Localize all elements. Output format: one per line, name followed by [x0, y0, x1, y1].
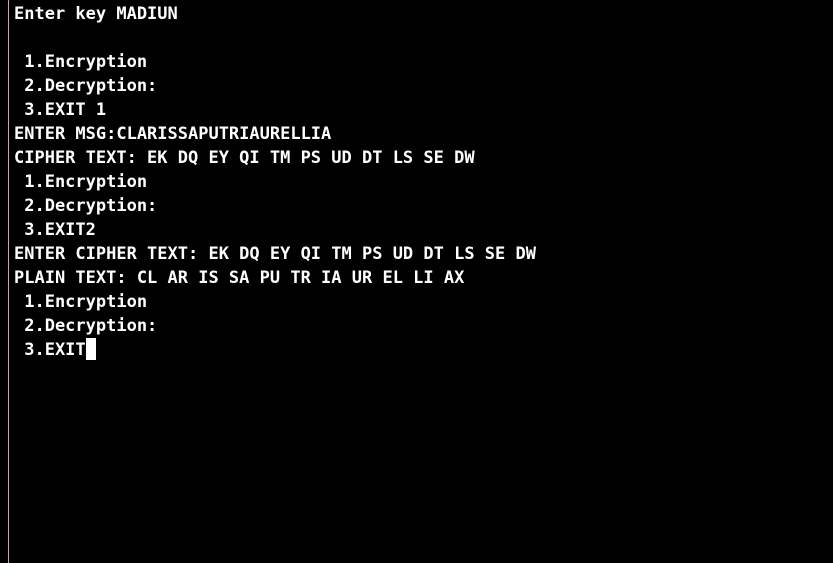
console-prompt: 3.EXIT [14, 340, 86, 360]
console-input-line[interactable]: 3.EXIT [14, 338, 536, 362]
console-line: 3.EXIT2 [14, 220, 96, 240]
window-left-border [8, 0, 9, 563]
text-cursor [85, 338, 96, 360]
console-line: Enter key MADIUN [14, 4, 178, 24]
console-line: 1.Encryption [14, 52, 148, 72]
console-line: ENTER MSG:CLARISSAPUTRIAURELLIA [14, 124, 332, 144]
console-line: 2.Decryption: [14, 196, 158, 216]
console-line: 3.EXIT 1 [14, 100, 107, 120]
console-line: 1.Encryption [14, 292, 148, 312]
console-line: PLAIN TEXT: CL AR IS SA PU TR IA UR EL L… [14, 268, 465, 288]
console-line: 2.Decryption: [14, 316, 158, 336]
terminal-window[interactable]: Enter key MADIUN 1.Encryption 2.Decrypti… [0, 0, 833, 563]
console-line: 2.Decryption: [14, 76, 158, 96]
console-line: 1.Encryption [14, 172, 148, 192]
console-output: Enter key MADIUN 1.Encryption 2.Decrypti… [14, 2, 536, 362]
console-line: ENTER CIPHER TEXT: EK DQ EY QI TM PS UD … [14, 244, 536, 264]
console-line: CIPHER TEXT: EK DQ EY QI TM PS UD DT LS … [14, 148, 475, 168]
